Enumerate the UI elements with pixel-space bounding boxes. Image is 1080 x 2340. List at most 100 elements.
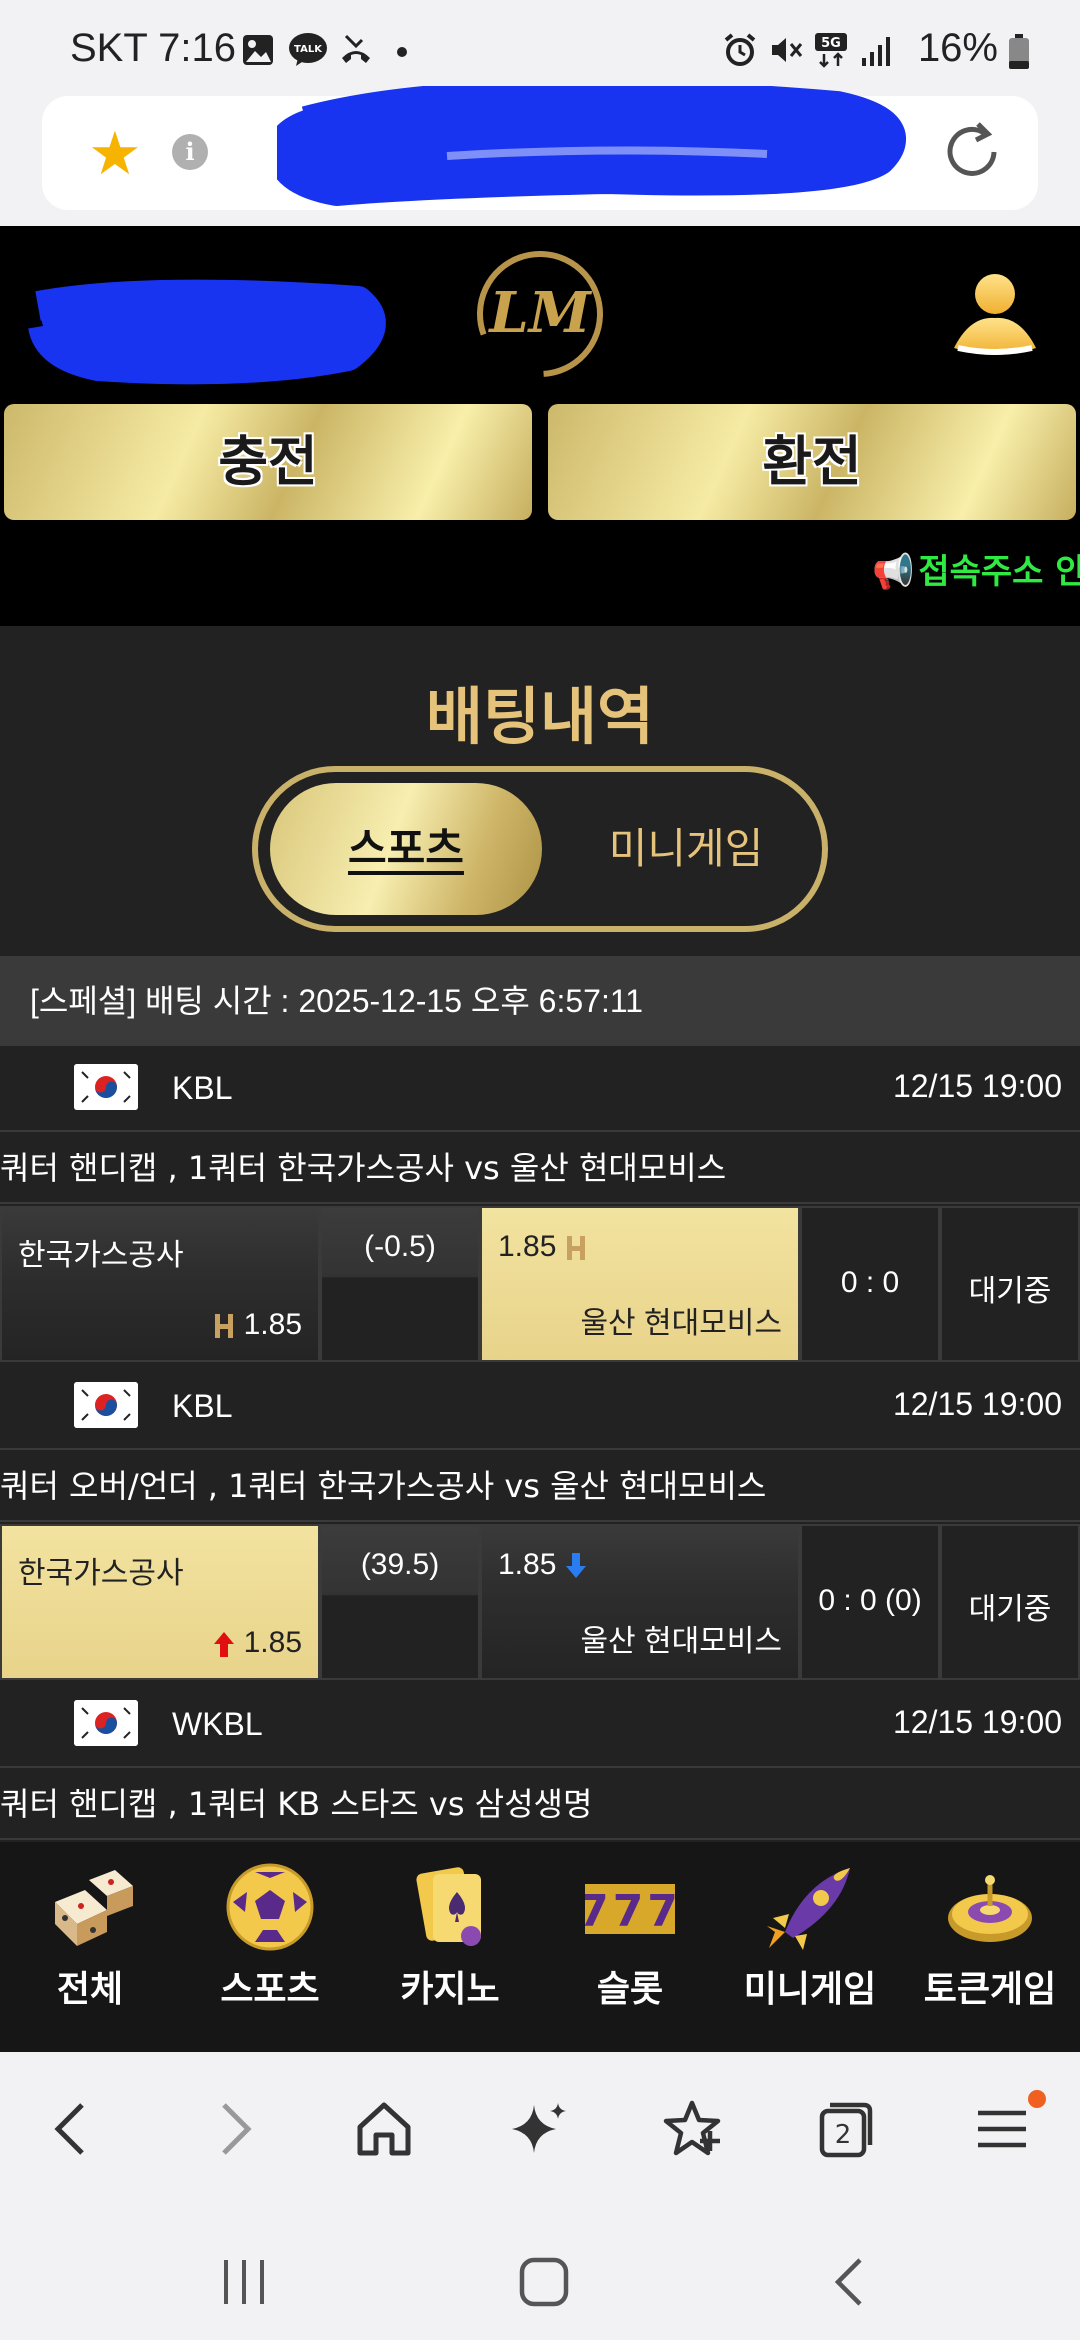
bet-status: 대기중 [968,1275,1052,1308]
signal-icon [862,37,890,66]
notification-dot-icon [397,47,407,57]
line-cell: (39.5) [320,1524,480,1680]
bet-status: 대기중 [968,1593,1052,1626]
ai-sparkle-icon[interactable] [508,2097,572,2161]
away-team: 울산 현대모비스 [580,1307,782,1340]
up-arrow-icon [214,1632,235,1658]
score: 0 : 0 (0) [818,1584,922,1617]
system-navigation-bar [0,2202,1080,2340]
away-odds: 1.85 [498,1230,587,1264]
gallery-icon [243,35,273,65]
korea-flag-icon [74,1700,138,1746]
category-slot[interactable]: 777 슬롯 [540,1862,720,2042]
megaphone-icon: 📢 [872,552,915,592]
away-team: 울산 현대모비스 [580,1625,782,1658]
odds-row: 한국가스공사 1.85 (-0.5) 1.85 울산 현대모비스 0 : 0 대… [0,1206,1080,1364]
category-label: 전체 [56,1969,124,2010]
market-title: 쿼터 오버/언더 , 1쿼터 한국가스공사 vs 울산 현대모비스 [0,1450,1080,1522]
category-token-game[interactable]: 토큰게임 [900,1862,1080,2042]
status-cell: 대기중 [940,1524,1080,1680]
battery-percentage: 16% [917,26,998,70]
down-arrow-icon [565,1553,586,1579]
back-icon[interactable] [42,2097,106,2161]
bookmark-star-icon[interactable]: ★ [88,124,142,184]
site-logo[interactable]: LM [470,244,610,384]
away-odds-value: 1.85 [498,1230,557,1263]
menu-notification-dot-icon [1028,2090,1046,2108]
score-cell: 0 : 0 [800,1206,940,1362]
redacted-url-scribble [277,86,906,206]
page-title: 배팅내역 [425,680,655,753]
handicap-icon [566,1236,585,1261]
mute-icon [772,38,803,62]
home-icon[interactable] [352,2097,416,2161]
recent-apps-icon[interactable] [214,2252,274,2312]
status-cell: 대기중 [940,1206,1080,1362]
home-team: 한국가스공사 [18,1239,184,1272]
address-bar[interactable]: ★ i [42,86,1038,210]
browser-toolbar: 2 [0,2052,1080,2202]
total-line: (39.5) [360,1548,440,1581]
score-cell: 0 : 0 (0) [800,1524,940,1680]
withdraw-button[interactable]: 환전 [548,404,1076,520]
bookmarks-icon[interactable] [660,2097,724,2161]
home-odds: 1.85 [213,1308,302,1342]
category-label: 카지노 [400,1969,500,2010]
category-all[interactable]: 전체 [0,1862,180,2042]
away-odds: 1.85 [498,1548,587,1582]
tab-sports[interactable]: 스포츠 [270,783,542,915]
user-profile-icon[interactable] [950,268,1040,363]
category-label: 슬롯 [596,1969,664,2010]
league-name: KBL [172,1388,233,1424]
svg-text:777: 777 [585,1886,675,1937]
tab-minigame[interactable]: 미니게임 [558,783,814,915]
deposit-button[interactable]: 충전 [4,404,532,520]
site-info-icon[interactable]: i [172,134,208,170]
roulette-icon [948,1875,1032,1942]
kakaotalk-icon: TALK [289,33,327,66]
odds-row: 한국가스공사 1.85 (39.5) 1.85 울산 현대모비스 0 : 0 (… [0,1524,1080,1682]
battery-icon [1009,34,1029,69]
handicap-line: (-0.5) [364,1230,436,1263]
league-row: WKBL 12/15 19:00 [0,1682,1080,1768]
bet-history-section: 배팅내역 스포츠 미니게임 [스페셜] 배팅 시간 : 2025-12-15 오… [0,626,1080,1842]
market-title: 쿼터 핸디캡 , 1쿼터 한국가스공사 vs 울산 현대모비스 [0,1132,1080,1204]
tabs-icon[interactable]: 2 [814,2097,878,2161]
browser-address-area: ★ i [0,86,1080,226]
bet-time-header: [스페셜] 배팅 시간 : 2025-12-15 오후 6:57:11 [0,956,1080,1046]
menu-icon[interactable] [970,2097,1034,2161]
home-team: 한국가스공사 [18,1557,184,1590]
rocket-icon [767,1868,850,1950]
svg-text:LM: LM [487,280,592,346]
dice-icon [55,1870,133,1946]
home-button-icon[interactable] [514,2252,574,2312]
slot-777-icon: 777 [585,1884,675,1937]
category-sports[interactable]: 스포츠 [180,1862,360,2042]
history-type-toggle: 스포츠 미니게임 [252,766,828,932]
home-odds: 1.85 [213,1626,302,1660]
carrier-time: SKT 7:16 [70,26,237,70]
home-odds-value: 1.85 [243,1308,302,1341]
score: 0 : 0 [840,1266,900,1299]
back-button-icon[interactable] [820,2252,880,2312]
category-nav: 전체 스포츠 카지노 777 슬롯 미니게임 토큰게임 [0,1842,1080,2052]
category-label: 스포츠 [220,1969,320,2010]
away-odds-value: 1.85 [498,1548,557,1581]
alarm-icon [724,33,756,66]
forward-icon[interactable] [200,2097,264,2161]
home-pick[interactable]: 한국가스공사 1.85 [0,1206,320,1362]
league-name: WKBL [172,1706,263,1742]
category-casino[interactable]: 카지노 [360,1862,540,2042]
handicap-icon [215,1314,234,1339]
match-time: 12/15 19:00 [892,1704,1062,1740]
category-minigame[interactable]: 미니게임 [720,1862,900,2042]
missed-call-icon [342,34,370,63]
away-pick-selected[interactable]: 1.85 울산 현대모비스 [480,1206,800,1362]
away-pick[interactable]: 1.85 울산 현대모비스 [480,1524,800,1680]
home-pick-selected[interactable]: 한국가스공사 1.85 [0,1524,320,1680]
reload-icon[interactable] [936,116,1008,188]
category-label: 토큰게임 [923,1969,1057,2010]
line-cell: (-0.5) [320,1206,480,1362]
league-row: KBL 12/15 19:00 [0,1046,1080,1132]
korea-flag-icon [74,1382,138,1428]
